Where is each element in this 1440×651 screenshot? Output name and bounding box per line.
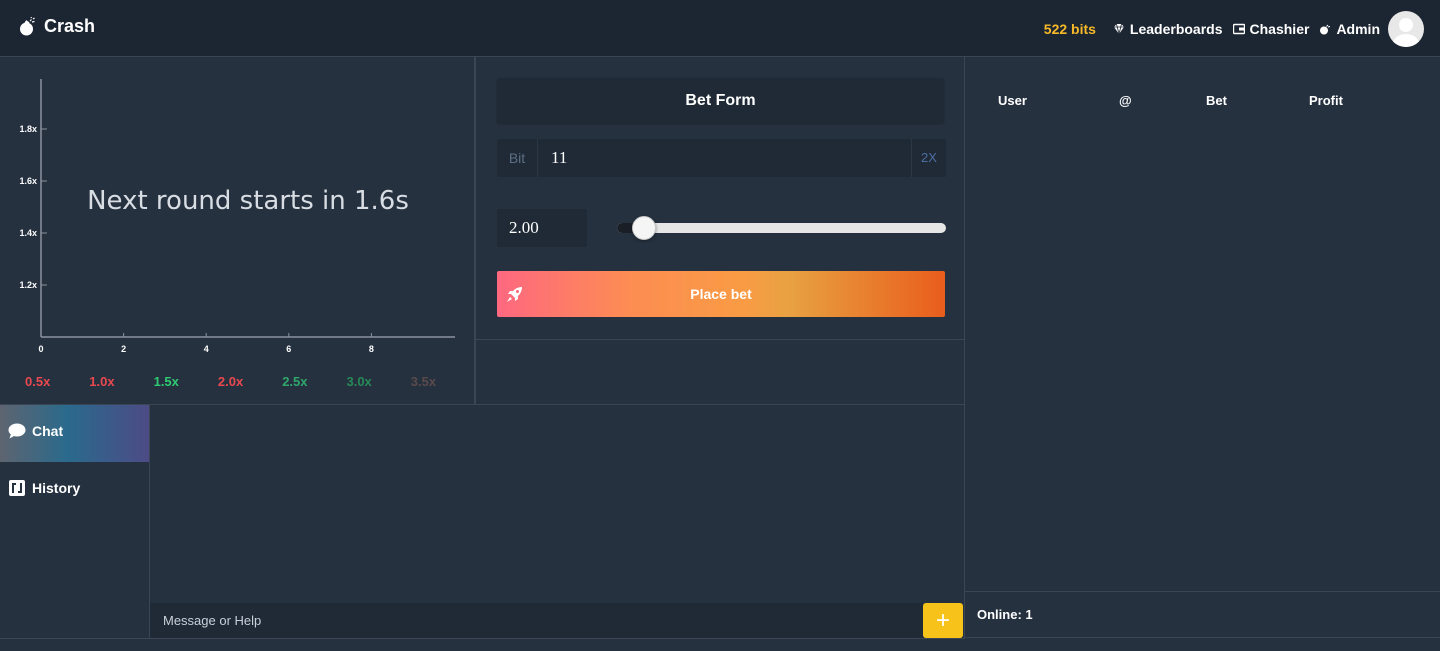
bottom-tabs: Chat History <box>0 405 150 638</box>
place-bet-button[interactable]: Place bet <box>497 271 945 317</box>
bet-amount-group: Bit 2X <box>497 139 946 177</box>
multiplier-item: 3.5x <box>410 374 437 389</box>
payout-input[interactable] <box>497 209 587 247</box>
col-profit: Profit <box>1309 93 1343 108</box>
chat-message-input[interactable] <box>150 603 923 638</box>
multiplier-item: 3.0x <box>346 374 372 389</box>
col-user: User <box>998 93 1027 108</box>
bet-form-title: Bet Form <box>497 78 944 123</box>
players-panel: User @ Bet Profit Online: 1 <box>965 57 1440 651</box>
brand-name: Crash <box>44 16 96 36</box>
nav-cashier-label: Chashier <box>1249 20 1310 37</box>
bet-amount-input[interactable] <box>538 139 911 177</box>
bet-form-panel: Bet Form Bit 2X Place bet <box>475 57 965 340</box>
bet-amount-prefix: Bit <box>497 139 538 177</box>
history-list-icon <box>9 479 25 496</box>
chat-bubble-icon <box>8 423 26 438</box>
y-tick-label: 1.8x <box>19 124 37 134</box>
tab-history-label: History <box>32 479 81 496</box>
chat-send-button[interactable]: + <box>923 603 963 638</box>
slider-thumb[interactable] <box>632 216 656 240</box>
tab-chat[interactable]: Chat <box>0 405 149 462</box>
nav-admin-label: Admin <box>1336 20 1380 37</box>
nav-right: 522 bits Leaderboards Chashier Admin <box>1044 0 1440 57</box>
bet-panel-footer <box>475 340 965 405</box>
bomb-icon <box>20 16 35 35</box>
x-tick-label: 2 <box>121 344 126 354</box>
multiplier-item: 1.5x <box>153 374 179 389</box>
bomb-icon <box>1320 24 1331 34</box>
nav-leaderboards[interactable]: Leaderboards <box>1113 21 1223 37</box>
multiplier-item: 1.0x <box>89 374 115 389</box>
diamond-icon <box>1113 23 1124 34</box>
recent-multipliers: 0.5x 1.0x 1.5x 2.0x 2.5x 3.0x 3.5x <box>25 374 475 389</box>
crash-graph-panel: 1.2x 1.4x 1.6x 1.8x 0 2 4 6 8 Next round starts… <box>0 57 475 405</box>
double-bet-button[interactable]: 2X <box>911 139 946 177</box>
chat-panel: + <box>150 405 965 638</box>
brand-logo[interactable]: Crash <box>19 16 95 37</box>
nav-cashier[interactable]: Chashier <box>1232 20 1310 37</box>
x-tick-label: 6 <box>286 344 291 354</box>
nav-leaderboards-label: Leaderboards <box>1129 20 1223 37</box>
multiplier-item: 0.5x <box>25 374 51 389</box>
wallet-icon <box>1232 23 1245 34</box>
place-bet-label: Place bet <box>690 286 752 302</box>
multiplier-item: 2.0x <box>217 374 244 389</box>
online-count: Online: 1 <box>965 591 1440 638</box>
tab-history[interactable]: History <box>0 462 149 519</box>
col-bet: Bet <box>1206 93 1227 108</box>
multiplier-item: 2.5x <box>282 374 308 389</box>
x-tick-label: 8 <box>369 344 374 354</box>
balance-bits: 522 bits <box>1043 20 1096 37</box>
user-avatar[interactable] <box>1388 10 1424 47</box>
rocket-icon <box>507 287 522 302</box>
bottom-strip <box>0 638 965 651</box>
col-at: @ <box>1119 93 1132 108</box>
round-countdown: Next round starts in 1.6s <box>87 186 409 216</box>
x-tick-label: 0 <box>38 344 43 354</box>
nav-admin[interactable]: Admin <box>1319 21 1380 37</box>
y-tick-label: 1.4x <box>19 228 37 238</box>
y-tick-label: 1.6x <box>19 176 37 186</box>
tab-chat-label: Chat <box>32 422 64 439</box>
top-navbar: Crash 522 bits Leaderboards Chashier Adm… <box>0 0 1440 57</box>
payout-slider[interactable] <box>617 215 946 241</box>
y-tick-label: 1.2x <box>19 280 37 290</box>
x-tick-label: 4 <box>204 344 209 354</box>
